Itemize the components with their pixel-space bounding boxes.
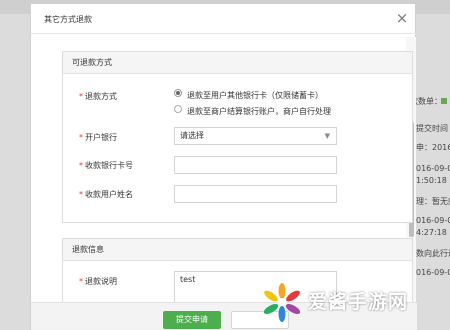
radio-user-card[interactable] — [174, 89, 182, 97]
bank-label: * 开户银行 — [79, 132, 117, 143]
option-user-card-label[interactable]: 退款至用户其他银行卡（仅限储蓄卡） — [187, 90, 323, 101]
account-name-label-text: 收款用户姓名 — [85, 190, 133, 199]
refund-method-section: 可退款方式 * 退款方式 退款至用户其他银行卡（仅限储蓄卡） 退款至商户结算银行账… — [62, 51, 413, 223]
background-entry: 016-09-0 — [416, 268, 450, 277]
background-header: 提交时间 — [416, 124, 448, 133]
refund-modal: 其它方式退款 × 可退款方式 * 退款方式 退款至用户其他银行卡（仅限储蓄卡） 退… — [30, 3, 417, 330]
required-marker: * — [79, 277, 83, 286]
background-entry: 理：暂无款 — [416, 197, 450, 206]
required-marker: * — [79, 133, 83, 142]
bank-select-value: 请选择 — [180, 131, 204, 140]
refund-method-label-text: 退款方式 — [85, 92, 117, 101]
required-marker: * — [79, 161, 83, 170]
required-marker: * — [79, 190, 83, 199]
card-number-label: * 收款银行卡号 — [79, 160, 133, 171]
modal-header: 其它方式退款 × — [31, 4, 417, 34]
background-entry: 4:27:18 — [416, 228, 447, 237]
radio-merchant-account[interactable] — [174, 105, 182, 113]
background-entry: 016-09-0 — [416, 216, 450, 225]
card-number-input[interactable] — [174, 156, 337, 174]
background-entry: 1:50:18 — [416, 176, 447, 185]
account-name-input[interactable] — [174, 185, 337, 203]
background-entry: 016-09-0 — [416, 164, 450, 173]
background-entry: 数向此行退 — [416, 249, 450, 258]
option-merchant-account-label[interactable]: 退款至商户结算银行账户，商户自行处理 — [187, 106, 331, 117]
background-entry: 申：2016- — [416, 143, 450, 152]
section-heading: 可退款方式 — [63, 52, 412, 74]
account-name-label: * 收款用户姓名 — [79, 189, 133, 200]
background-status-dot — [441, 98, 447, 104]
card-number-label-text: 收款银行卡号 — [85, 161, 133, 170]
section-heading: 退款信息 — [63, 239, 412, 261]
bank-select[interactable]: 请选择 ▼ — [174, 127, 337, 145]
chevron-down-icon: ▼ — [324, 132, 330, 140]
watermark-text: 爱酱手游网 — [308, 291, 409, 313]
brand-logo-icon — [263, 283, 301, 322]
bank-label-text: 开户银行 — [85, 133, 117, 142]
refund-note-label-text: 退款说明 — [85, 277, 117, 286]
modal-title: 其它方式退款 — [44, 15, 92, 24]
refund-note-label: * 退款说明 — [79, 276, 117, 287]
close-icon[interactable]: × — [395, 11, 409, 26]
submit-button[interactable]: 提交申请 — [163, 311, 221, 329]
required-marker: * — [79, 92, 83, 101]
refund-method-label: * 退款方式 — [79, 91, 117, 102]
